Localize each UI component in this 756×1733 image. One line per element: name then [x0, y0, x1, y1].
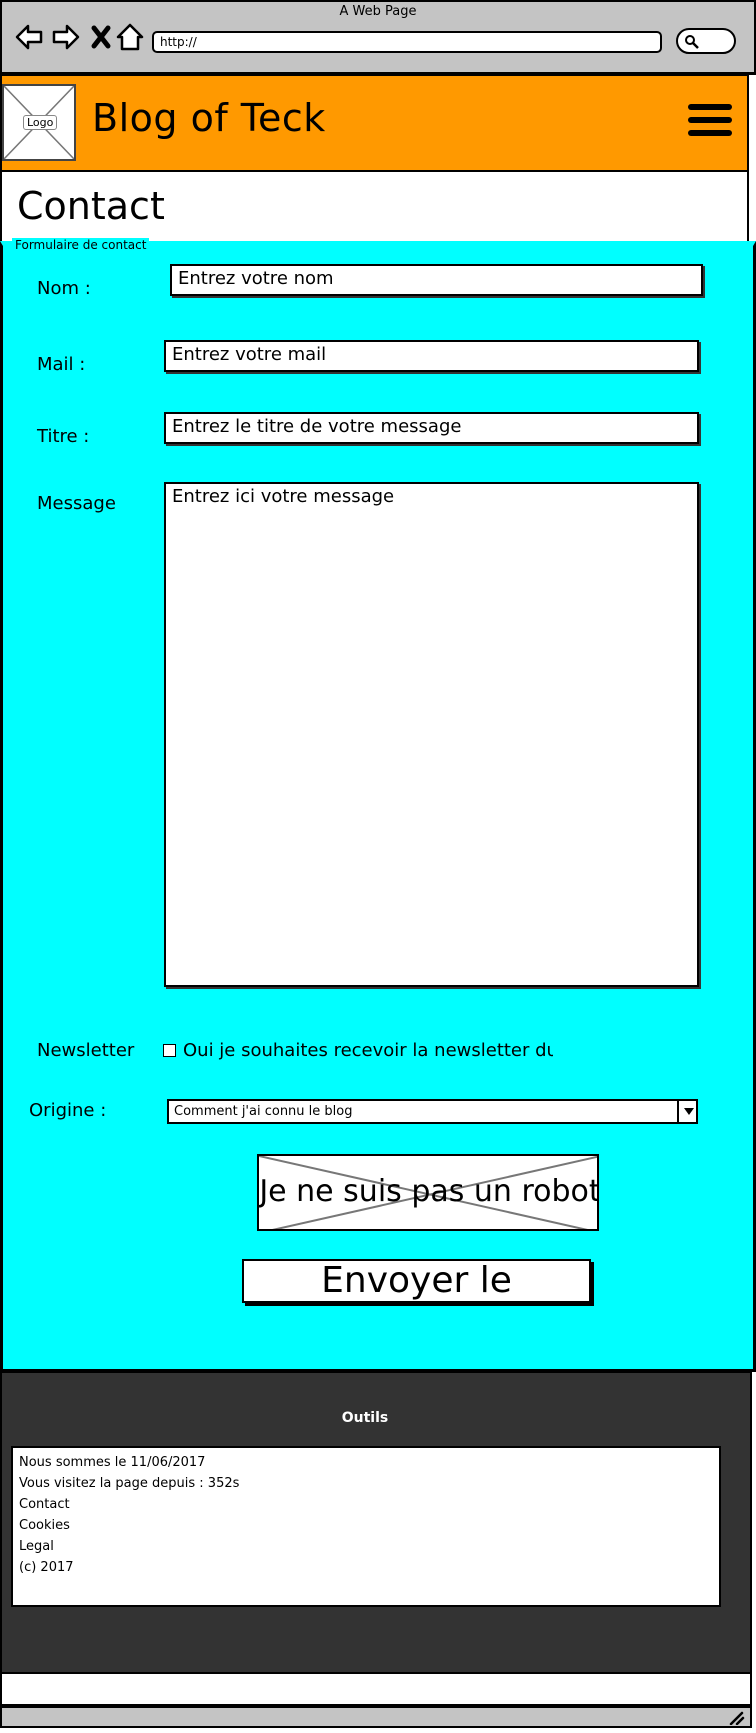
footer-link-cookies[interactable]: Cookies [19, 1515, 713, 1536]
back-arrow-icon[interactable] [14, 22, 44, 52]
nom-label: Nom : [37, 278, 91, 299]
search-icon [685, 35, 699, 49]
footer-link-legal[interactable]: Legal [19, 1536, 713, 1557]
hamburger-menu-icon[interactable] [688, 104, 732, 142]
mail-input[interactable]: Entrez votre mail [164, 340, 699, 372]
footer-link-contact[interactable]: Contact [19, 1494, 713, 1515]
origine-select[interactable]: Comment j'ai connu le blog [167, 1099, 698, 1124]
newsletter-checkbox[interactable] [163, 1044, 176, 1057]
chevron-down-icon[interactable] [677, 1099, 698, 1124]
titre-label: Titre : [37, 426, 90, 447]
page-title: Contact [17, 184, 165, 228]
forward-arrow-icon[interactable] [51, 22, 81, 52]
mail-label: Mail : [37, 354, 86, 375]
newsletter-checkbox-label: Oui je souhaites recevoir la newsletter … [183, 1040, 553, 1061]
footer-visit-time-text: Vous visitez la page depuis : 352s [19, 1476, 240, 1491]
newsletter-label: Newsletter [37, 1040, 135, 1061]
footer-tools-box: Nous sommes le 11/06/2017 Vous visitez l… [11, 1446, 721, 1607]
newsletter-checkbox-row[interactable]: Oui je souhaites recevoir la newsletter … [163, 1040, 553, 1061]
status-bar [0, 1674, 752, 1706]
footer-date-text: Nous sommes le 11/06/2017 [19, 1455, 206, 1470]
captcha-widget[interactable]: Je ne suis pas un robot [257, 1154, 599, 1231]
footer-title: Outils [341, 1410, 389, 1426]
logo-label: Logo [23, 115, 58, 130]
message-label: Message [37, 493, 116, 514]
titre-input[interactable]: Entrez le titre de votre message [164, 412, 699, 444]
blog-title[interactable]: Blog of Teck [92, 96, 326, 140]
logo-image-placeholder[interactable]: Logo [2, 84, 76, 161]
submit-button[interactable]: Envoyer le [242, 1259, 591, 1303]
url-bar[interactable]: http:// [152, 31, 662, 53]
message-textarea[interactable]: Entrez ici votre message [164, 482, 699, 987]
resize-grip-icon[interactable] [727, 1709, 745, 1726]
window-title: A Web Page [339, 4, 417, 19]
window-bottom-bar [0, 1706, 752, 1728]
nom-input[interactable]: Entrez votre nom [170, 264, 703, 296]
home-icon[interactable] [115, 22, 145, 52]
captcha-label: Je ne suis pas un robot [259, 1174, 599, 1209]
footer-copyright: (c) 2017 [19, 1560, 74, 1575]
stop-icon[interactable] [86, 22, 116, 52]
origine-label: Origine : [29, 1100, 107, 1121]
form-legend: Formulaire de contact [12, 238, 150, 252]
browser-search-field[interactable] [676, 28, 736, 54]
